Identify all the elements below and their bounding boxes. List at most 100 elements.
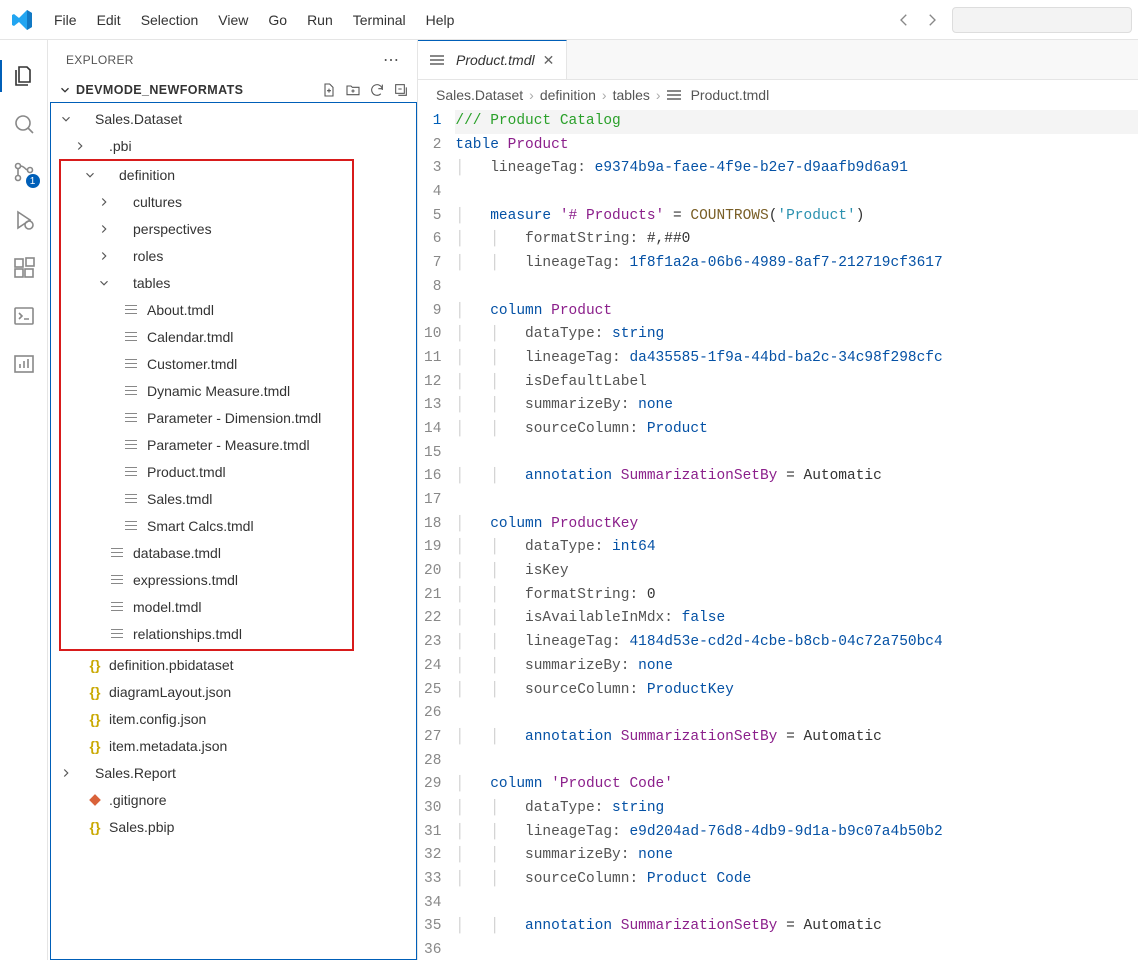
file-tree: Sales.Dataset .pbi definition cultures persp… [50,102,417,960]
file-icon [125,518,141,534]
file-icon [87,138,103,154]
folder-tables[interactable]: tables [61,269,352,296]
menubar: FileEditSelectionViewGoRunTerminalHelp [0,0,1138,40]
menu-run[interactable]: Run [297,6,343,34]
file-icon [73,111,89,127]
activity-terminal[interactable] [0,292,48,340]
file-parameter-dimension-tmdl[interactable]: Parameter - Dimension.tmdl [61,404,352,431]
breadcrumb-sales-dataset[interactable]: Sales.Dataset [436,87,523,103]
project-header[interactable]: DEVMODE_NEWFORMATS [48,78,417,102]
folder-cultures[interactable]: cultures [61,188,352,215]
chevron-icon [97,195,111,209]
menu-help[interactable]: Help [416,6,465,34]
chevron-icon [83,168,97,182]
file-icon [73,765,89,781]
file-icon: {} [87,711,103,727]
file-calendar-tmdl[interactable]: Calendar.tmdl [61,323,352,350]
file-icon: {} [87,684,103,700]
editor: Product.tmdl ✕ Sales.Dataset›definition›… [418,40,1138,960]
file-name: cultures [133,194,182,210]
activity-run-debug[interactable] [0,196,48,244]
file-icon [125,464,141,480]
folder-definition[interactable]: definition [61,161,352,188]
file-icon: {} [87,738,103,754]
file-name: Smart Calcs.tmdl [147,518,254,534]
new-file-button[interactable] [321,82,337,98]
breadcrumb: Sales.Dataset›definition›tables›Product.… [418,80,1138,110]
collapse-all-button[interactable] [393,82,409,98]
file-name: About.tmdl [147,302,214,318]
refresh-button[interactable] [369,82,385,98]
explorer-more-button[interactable]: ⋯ [379,50,403,70]
file-icon: {} [87,819,103,835]
menu-file[interactable]: File [44,6,87,34]
chevron-icon [59,112,73,126]
file-name: Sales.Dataset [95,111,182,127]
folder-perspectives[interactable]: perspectives [61,215,352,242]
breadcrumb-tables[interactable]: tables [613,87,650,103]
menu-edit[interactable]: Edit [87,6,131,34]
menu-selection[interactable]: Selection [131,6,209,34]
file-parameter-measure-tmdl[interactable]: Parameter - Measure.tmdl [61,431,352,458]
code-content[interactable]: /// Product Catalogtable Product│ lineag… [455,110,1138,960]
nav-forward-button[interactable] [918,6,946,34]
file-customer-tmdl[interactable]: Customer.tmdl [61,350,352,377]
file-relationships-tmdl[interactable]: relationships.tmdl [61,620,352,647]
file-icon [87,792,103,808]
file-name: definition [119,167,175,183]
breadcrumb-product-tmdl[interactable]: Product.tmdl [691,87,770,103]
new-folder-button[interactable] [345,82,361,98]
chevron-icon [59,766,73,780]
file-name: perspectives [133,221,212,237]
file-product-tmdl[interactable]: Product.tmdl [61,458,352,485]
file-model-tmdl[interactable]: model.tmdl [61,593,352,620]
file-name: item.config.json [109,711,206,727]
tab-label: Product.tmdl [456,52,535,68]
activity-powerbi[interactable] [0,340,48,388]
file-name: expressions.tmdl [133,572,238,588]
file-name: Calendar.tmdl [147,329,233,345]
activity-search[interactable] [0,100,48,148]
file-gitignore[interactable]: .gitignore [51,786,416,813]
menu-terminal[interactable]: Terminal [343,6,416,34]
file-expressions-tmdl[interactable]: expressions.tmdl [61,566,352,593]
file-icon [125,329,141,345]
folder-sales-report[interactable]: Sales.Report [51,759,416,786]
file-diagramlayout-json[interactable]: {}diagramLayout.json [51,678,416,705]
tab-close-button[interactable]: ✕ [543,52,555,69]
file-icon [111,626,127,642]
file-name: Product.tmdl [147,464,226,480]
file-definition-pbidataset[interactable]: {}definition.pbidataset [51,651,416,678]
file-item-config-json[interactable]: {} item.config.json [51,705,416,732]
file-sales-pbip[interactable]: {} Sales.pbip [51,813,416,840]
file-icon [111,221,127,237]
menu-view[interactable]: View [208,6,258,34]
file-smart-calcs-tmdl[interactable]: Smart Calcs.tmdl [61,512,352,539]
file-icon [430,54,444,66]
explorer-title: EXPLORER [66,53,134,67]
file-database-tmdl[interactable]: database.tmdl [61,539,352,566]
file-item-metadata-json[interactable]: {}item.metadata.json [51,732,416,759]
file-icon [667,89,681,101]
scm-badge: 1 [26,174,40,188]
file-name: Sales.pbip [109,819,174,835]
file-dynamic-measure-tmdl[interactable]: Dynamic Measure.tmdl [61,377,352,404]
tab-product-tmdl[interactable]: Product.tmdl ✕ [418,40,567,79]
breadcrumb-definition[interactable]: definition [540,87,596,103]
folder-sales-dataset[interactable]: Sales.Dataset [51,105,416,132]
file-sales-tmdl[interactable]: Sales.tmdl [61,485,352,512]
command-center[interactable] [952,7,1132,33]
folder-pbi[interactable]: .pbi [51,132,416,159]
project-name: DEVMODE_NEWFORMATS [76,83,321,97]
folder-roles[interactable]: roles [61,242,352,269]
activity-extensions[interactable] [0,244,48,292]
activity-source-control[interactable]: 1 [0,148,48,196]
activity-explorer[interactable] [0,52,48,100]
file-name: Customer.tmdl [147,356,237,372]
file-about-tmdl[interactable]: About.tmdl [61,296,352,323]
explorer-sidebar: EXPLORER ⋯ DEVMODE_NEWFORMATS Sales.Data… [48,40,418,960]
file-icon [97,167,113,183]
code-area[interactable]: 1234567891011121314151617181920212223242… [418,110,1138,960]
nav-back-button[interactable] [890,6,918,34]
menu-go[interactable]: Go [258,6,297,34]
